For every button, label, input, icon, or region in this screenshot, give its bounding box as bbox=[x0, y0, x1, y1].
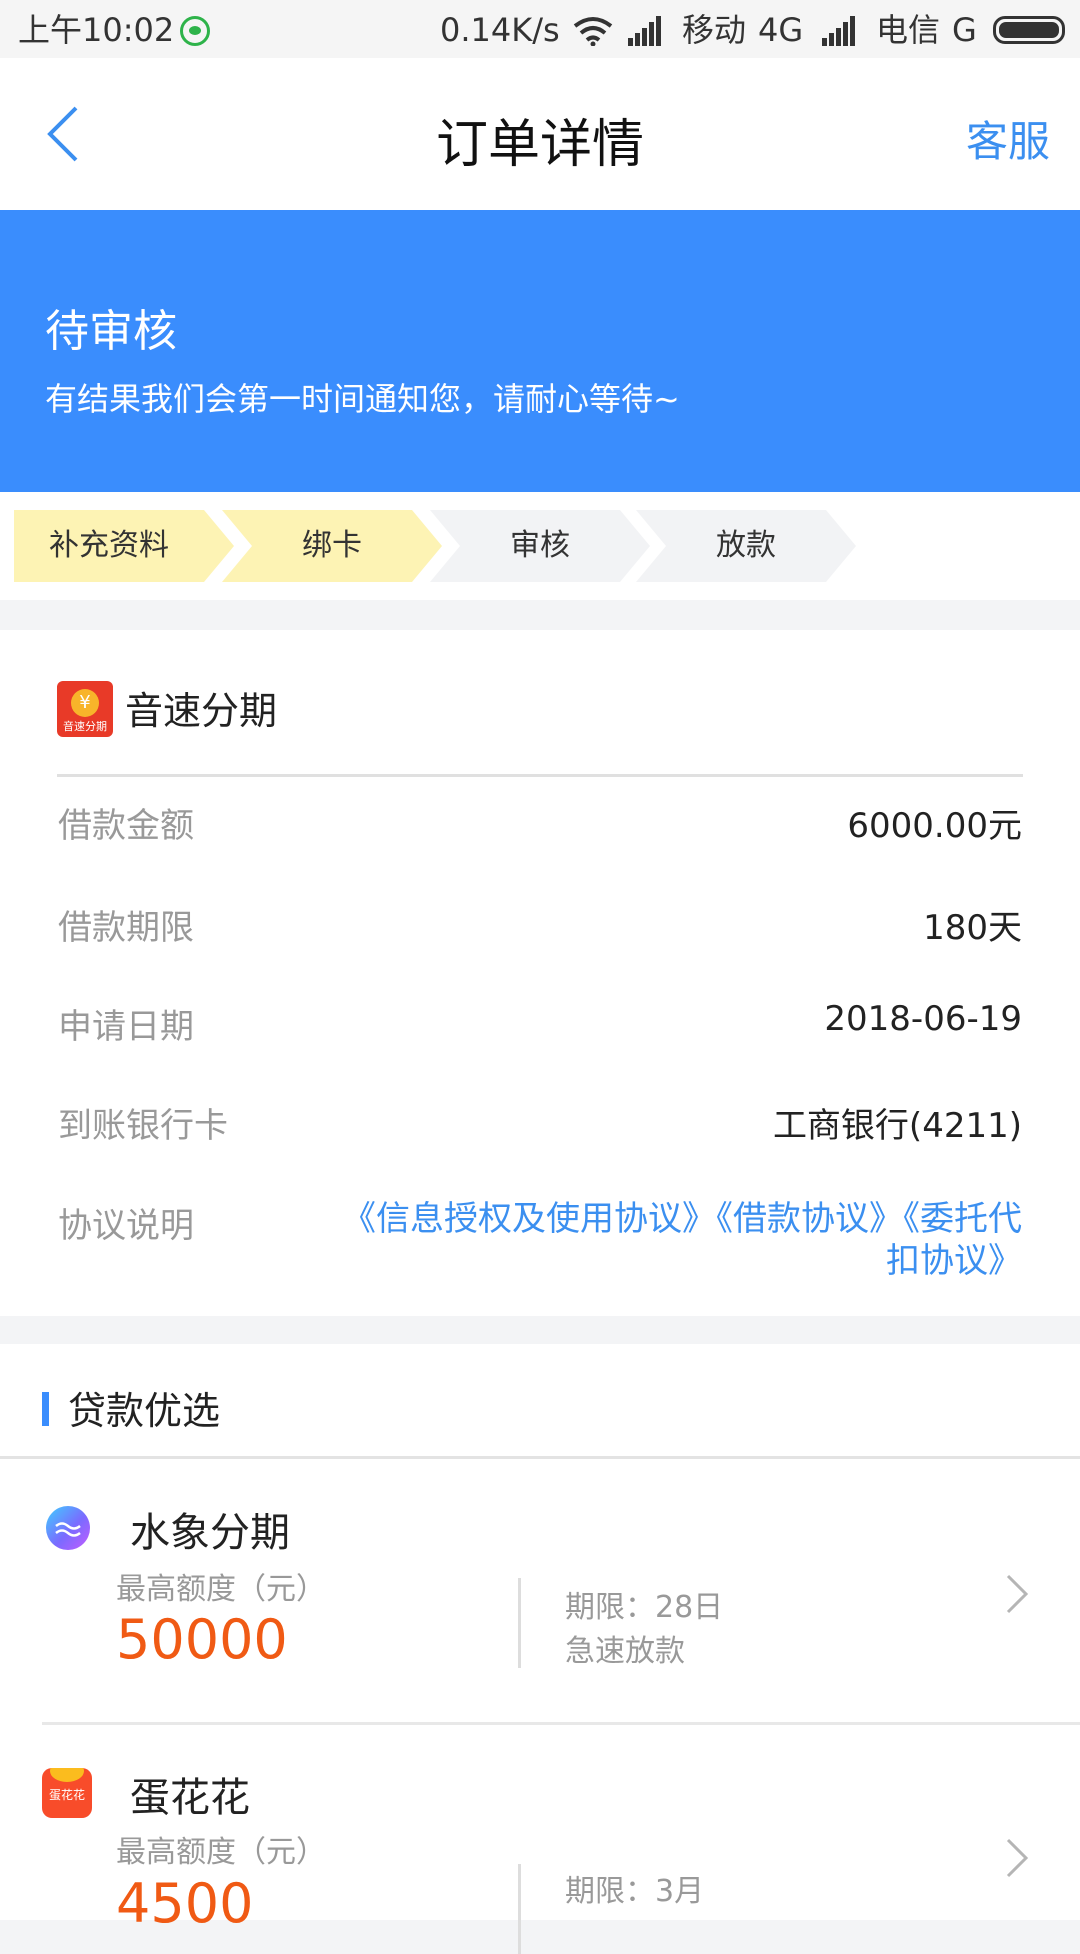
max-amount-label: 最高额度（元） bbox=[116, 1572, 326, 1607]
network-type-2: G bbox=[952, 11, 977, 49]
yuan-coin-icon: ¥ bbox=[71, 689, 99, 717]
signal-icon-1 bbox=[628, 14, 668, 46]
step-supplement-info: 补充资料 bbox=[14, 510, 234, 582]
network-speed: 0.14K/s bbox=[440, 11, 560, 49]
chevron-right-icon bbox=[1006, 1574, 1029, 1614]
divider bbox=[518, 1864, 521, 1954]
status-time: 上午10:02 bbox=[18, 11, 175, 49]
battery-icon bbox=[993, 16, 1065, 44]
loan-amount-label: 借款金额 bbox=[58, 806, 194, 846]
step-disburse: 放款 bbox=[636, 510, 856, 582]
page-title: 订单详情 bbox=[435, 115, 644, 175]
apply-date-label: 申请日期 bbox=[58, 1007, 194, 1047]
bank-card-label: 到账银行卡 bbox=[58, 1106, 228, 1146]
wifi-icon bbox=[573, 17, 613, 46]
section-title: 贷款优选 bbox=[68, 1389, 221, 1433]
loan-feature: 急速放款 bbox=[565, 1634, 685, 1669]
customer-service-button[interactable]: 客服 bbox=[966, 108, 1050, 169]
order-status-title: 待审核 bbox=[45, 306, 177, 357]
app-logo: ¥ 音速分期 bbox=[57, 681, 113, 737]
step-review: 审核 bbox=[430, 510, 650, 582]
loan-term-value: 180天 bbox=[923, 908, 1022, 948]
loan-amount-value: 6000.00元 bbox=[847, 806, 1022, 846]
divider bbox=[57, 774, 1023, 777]
carrier-1: 移动 bbox=[682, 11, 747, 49]
agreement-label: 协议说明 bbox=[58, 1206, 194, 1246]
max-amount-value: 50000 bbox=[116, 1608, 288, 1671]
step-bind-card: 绑卡 bbox=[222, 510, 442, 582]
max-amount-label: 最高额度（元） bbox=[116, 1835, 326, 1870]
loan-name: 蛋花花 bbox=[130, 1775, 250, 1821]
signal-icon-2 bbox=[822, 14, 862, 46]
agreement-links[interactable]: 《信息授权及使用协议》《借款协议》《委托代扣协议》 bbox=[322, 1198, 1022, 1282]
section-accent-bar bbox=[42, 1392, 49, 1426]
apply-date-value: 2018-06-19 bbox=[824, 999, 1022, 1039]
app-name: 音速分期 bbox=[125, 689, 278, 733]
loan-term: 期限：3月 bbox=[565, 1874, 705, 1909]
network-type-1: 4G bbox=[758, 11, 804, 49]
water-logo-icon bbox=[46, 1506, 90, 1550]
max-amount-value: 4500 bbox=[116, 1872, 254, 1935]
chevron-right-icon bbox=[1006, 1838, 1029, 1878]
bank-card-value: 工商银行(4211) bbox=[772, 1106, 1022, 1146]
egg-logo-icon: 蛋花花 bbox=[42, 1768, 92, 1818]
order-status-subtitle: 有结果我们会第一时间通知您，请耐心等待~ bbox=[45, 380, 680, 418]
loan-name: 水象分期 bbox=[130, 1510, 290, 1556]
loan-term-label: 借款期限 bbox=[58, 908, 194, 948]
loan-term: 期限：28日 bbox=[565, 1590, 724, 1625]
divider bbox=[0, 1456, 1080, 1459]
carrier-2: 电信 bbox=[876, 11, 941, 49]
divider bbox=[518, 1578, 521, 1668]
wechat-icon bbox=[180, 16, 210, 46]
